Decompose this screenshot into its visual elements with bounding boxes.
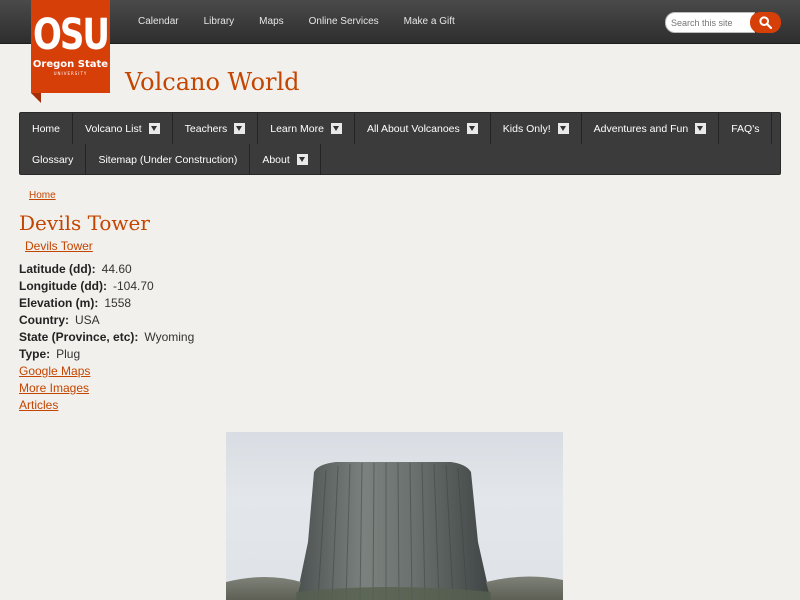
nav-label: Learn More [270, 122, 324, 135]
fact-state: State (Province, etc): Wyoming [19, 329, 194, 346]
top-links: Calendar Library Maps Online Services Ma… [138, 16, 480, 27]
toplink-calendar[interactable]: Calendar [138, 16, 179, 27]
nav-label: FAQ's [731, 122, 760, 135]
fact-type: Type: Plug [19, 346, 194, 363]
fact-value: Plug [56, 347, 81, 361]
site-title[interactable]: Volcano World [125, 68, 300, 96]
toplink-make-a-gift[interactable]: Make a Gift [404, 16, 455, 27]
fact-value: -104.70 [112, 279, 154, 293]
fact-latitude: Latitude (dd): 44.60 [19, 261, 194, 278]
nav-label: Volcano List [85, 122, 142, 135]
logo-line1: Oregon State [32, 59, 109, 70]
fact-value: Wyoming [144, 330, 195, 344]
nav-label: About [262, 153, 290, 166]
chevron-down-icon[interactable] [695, 123, 707, 134]
nav-glossary[interactable]: Glossary [20, 144, 87, 175]
logo-big-text: OSU [33, 10, 110, 60]
google-maps-link[interactable]: Google Maps [19, 363, 90, 380]
fact-value: 44.60 [101, 262, 132, 276]
osu-logo[interactable]: OSU Oregon State UNIVERSITY [31, 0, 110, 103]
fact-label: State (Province, etc): [19, 330, 139, 344]
chevron-down-icon[interactable] [557, 123, 569, 134]
chevron-down-icon[interactable] [234, 123, 246, 134]
nav-label: Glossary [32, 153, 74, 166]
nav-label: Adventures and Fun [593, 122, 689, 135]
nav-faqs[interactable]: FAQ's [719, 113, 773, 144]
search-input[interactable] [665, 12, 755, 33]
fact-label: Type: [19, 347, 51, 361]
nav-volcano-list[interactable]: Volcano List [73, 113, 173, 144]
nav-row-2: Glossary Sitemap (Under Construction) Ab… [20, 144, 321, 175]
fact-label: Latitude (dd): [19, 262, 96, 276]
articles-link[interactable]: Articles [19, 397, 90, 414]
fact-elevation: Elevation (m): 1558 [19, 295, 194, 312]
devils-tower-photo [226, 432, 563, 600]
nav-sitemap[interactable]: Sitemap (Under Construction) [86, 144, 251, 175]
nav-all-about-volcanoes[interactable]: All About Volcanoes [355, 113, 491, 144]
more-images-link[interactable]: More Images [19, 380, 90, 397]
fact-label: Elevation (m): [19, 296, 99, 310]
nav-learn-more[interactable]: Learn More [258, 113, 355, 144]
volcano-links: Google Maps More Images Articles [19, 363, 90, 414]
nav-home[interactable]: Home [20, 113, 74, 144]
page-title: Devils Tower [19, 211, 150, 235]
search-icon [759, 16, 772, 29]
logo-fold [31, 93, 41, 103]
nav-adventures-and-fun[interactable]: Adventures and Fun [582, 113, 720, 144]
top-bar: Calendar Library Maps Online Services Ma… [0, 0, 800, 44]
fact-value: 1558 [104, 296, 132, 310]
fact-longitude: Longitude (dd): -104.70 [19, 278, 194, 295]
main-nav: Home Volcano List Teachers Learn More Al… [19, 112, 781, 175]
volcano-facts: Latitude (dd): 44.60 Longitude (dd): -104.… [19, 261, 194, 363]
toplink-library[interactable]: Library [204, 16, 235, 27]
nav-kids-only[interactable]: Kids Only! [491, 113, 582, 144]
chevron-down-icon[interactable] [296, 154, 308, 165]
search-box [665, 12, 781, 33]
volcano-name-link[interactable]: Devils Tower [25, 239, 93, 253]
nav-label: All About Volcanoes [366, 122, 460, 135]
nav-about[interactable]: About [250, 144, 321, 175]
nav-label: Teachers [184, 122, 228, 135]
breadcrumb-home[interactable]: Home [29, 190, 56, 201]
search-button[interactable] [750, 12, 781, 33]
fact-country: Country: USA [19, 312, 194, 329]
chevron-down-icon[interactable] [148, 123, 160, 134]
toplink-maps[interactable]: Maps [259, 16, 283, 27]
logo-line2: UNIVERSITY [53, 71, 88, 76]
nav-row-1: Home Volcano List Teachers Learn More Al… [20, 113, 773, 144]
nav-label: Home [32, 122, 61, 135]
toplink-online-services[interactable]: Online Services [309, 16, 379, 27]
devils-tower-image [226, 462, 563, 600]
fact-label: Longitude (dd): [19, 279, 107, 293]
nav-label: Sitemap (Under Construction) [98, 153, 238, 166]
chevron-down-icon[interactable] [466, 123, 478, 134]
fact-value: USA [75, 313, 100, 327]
chevron-down-icon[interactable] [330, 123, 342, 134]
nav-label: Kids Only! [502, 122, 551, 135]
nav-teachers[interactable]: Teachers [173, 113, 259, 144]
fact-label: Country: [19, 313, 69, 327]
